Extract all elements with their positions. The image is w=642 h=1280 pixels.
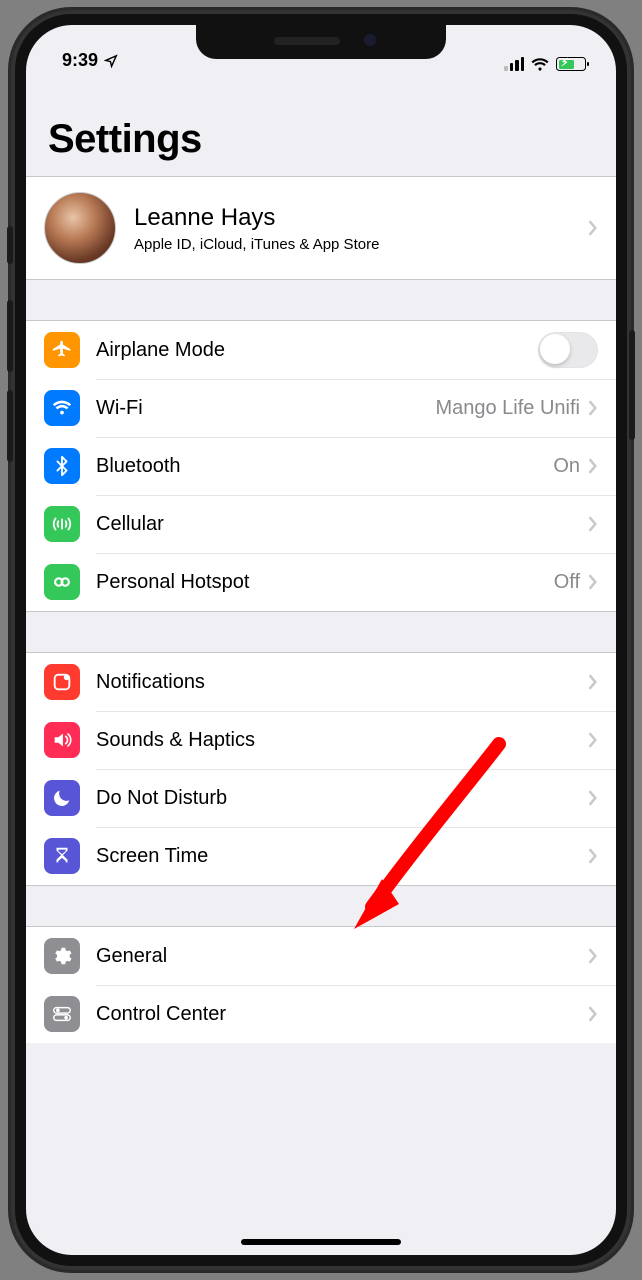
row-value: On <box>553 455 580 478</box>
profile-name: Leanne Hays <box>134 204 588 232</box>
chevron-right-icon <box>588 220 598 236</box>
chevron-right-icon <box>588 948 598 964</box>
row-wifi[interactable]: Wi-Fi Mango Life Unifi <box>26 379 616 437</box>
row-value: Off <box>554 571 580 594</box>
avatar <box>44 192 116 264</box>
hourglass-icon <box>44 838 80 874</box>
chevron-right-icon <box>588 848 598 864</box>
wifi-icon <box>44 390 80 426</box>
chevron-right-icon <box>588 732 598 748</box>
row-label: General <box>96 945 588 968</box>
switches-icon <box>44 996 80 1032</box>
cellular-signal-icon <box>504 57 524 71</box>
battery-icon: ⚡︎ <box>556 57 586 71</box>
row-label: Control Center <box>96 1003 588 1026</box>
row-label: Screen Time <box>96 845 588 868</box>
cellular-icon <box>44 506 80 542</box>
moon-icon <box>44 780 80 816</box>
chevron-right-icon <box>588 674 598 690</box>
bluetooth-icon <box>44 448 80 484</box>
row-bluetooth[interactable]: Bluetooth On <box>26 437 616 495</box>
location-icon <box>104 54 118 68</box>
volume-up-button <box>7 300 13 372</box>
row-cellular[interactable]: Cellular <box>26 495 616 553</box>
row-do-not-disturb[interactable]: Do Not Disturb <box>26 769 616 827</box>
notifications-icon <box>44 664 80 700</box>
chevron-right-icon <box>588 516 598 532</box>
row-control-center[interactable]: Control Center <box>26 985 616 1043</box>
row-screen-time[interactable]: Screen Time <box>26 827 616 885</box>
row-label: Airplane Mode <box>96 339 538 362</box>
status-time: 9:39 <box>62 50 98 71</box>
row-hotspot[interactable]: Personal Hotspot Off <box>26 553 616 611</box>
volume-down-button <box>7 390 13 462</box>
notifications-group: Notifications Sounds & Haptics Do Not Di… <box>26 652 616 886</box>
page-title: Settings <box>48 117 594 162</box>
row-sounds-haptics[interactable]: Sounds & Haptics <box>26 711 616 769</box>
row-value: Mango Life Unifi <box>435 397 580 420</box>
silence-switch <box>7 226 13 264</box>
notch <box>196 25 446 59</box>
home-indicator[interactable] <box>241 1239 401 1245</box>
chevron-right-icon <box>588 574 598 590</box>
row-notifications[interactable]: Notifications <box>26 653 616 711</box>
page-header: Settings <box>26 73 616 176</box>
row-general[interactable]: General <box>26 927 616 985</box>
row-label: Notifications <box>96 671 588 694</box>
chevron-right-icon <box>588 1006 598 1022</box>
hotspot-icon <box>44 564 80 600</box>
row-label: Personal Hotspot <box>96 571 554 594</box>
chevron-right-icon <box>588 400 598 416</box>
row-label: Cellular <box>96 513 588 536</box>
profile-group: Leanne Hays Apple ID, iCloud, iTunes & A… <box>26 176 616 280</box>
wifi-icon <box>530 57 550 71</box>
profile-row[interactable]: Leanne Hays Apple ID, iCloud, iTunes & A… <box>26 177 616 279</box>
chevron-right-icon <box>588 458 598 474</box>
screen: 9:39 ⚡︎ Settings Leanne Hays <box>26 25 616 1255</box>
row-label: Sounds & Haptics <box>96 729 588 752</box>
power-button <box>629 330 635 440</box>
general-group: General Control Center <box>26 926 616 1043</box>
airplane-icon <box>44 332 80 368</box>
profile-subtitle: Apple ID, iCloud, iTunes & App Store <box>134 236 588 253</box>
row-label: Do Not Disturb <box>96 787 588 810</box>
row-airplane-mode[interactable]: Airplane Mode <box>26 321 616 379</box>
sounds-icon <box>44 722 80 758</box>
phone-frame: 9:39 ⚡︎ Settings Leanne Hays <box>11 10 631 1270</box>
chevron-right-icon <box>588 790 598 806</box>
airplane-mode-switch[interactable] <box>538 332 598 368</box>
connectivity-group: Airplane Mode Wi-Fi Mango Life Unifi Blu… <box>26 320 616 612</box>
row-label: Wi-Fi <box>96 397 435 420</box>
gear-icon <box>44 938 80 974</box>
row-label: Bluetooth <box>96 455 553 478</box>
